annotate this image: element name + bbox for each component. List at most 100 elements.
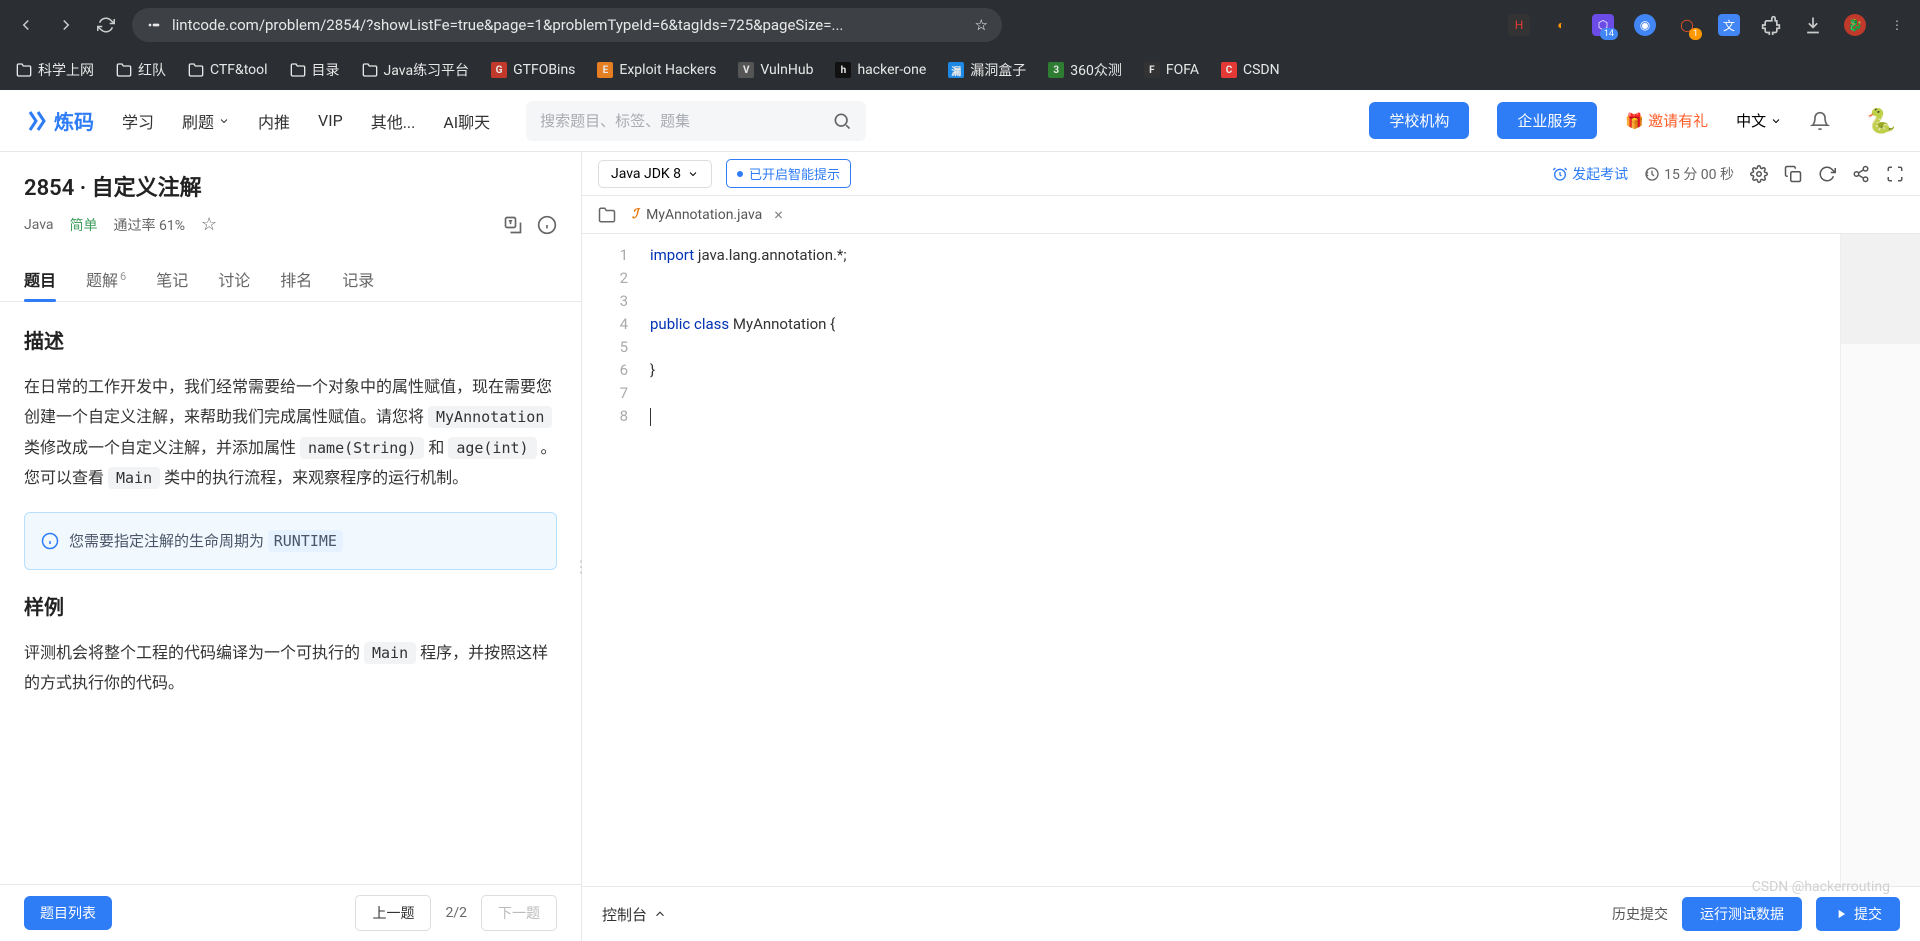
problem-tabs: 题目题解6 笔记讨论排名记录 [0, 257, 581, 302]
bookmark-item[interactable]: 漏漏洞盒子 [948, 60, 1026, 80]
back-button[interactable] [12, 11, 40, 39]
submit-button[interactable]: 提交 [1816, 897, 1900, 931]
settings-icon[interactable] [1750, 165, 1768, 183]
user-avatar[interactable]: 🐍 [1866, 107, 1896, 135]
enterprise-button[interactable]: 企业服务 [1497, 102, 1597, 139]
ext-icon-2[interactable]: ◐ [1550, 14, 1572, 36]
star-icon[interactable]: ☆ [201, 214, 217, 235]
history-link[interactable]: 历史提交 [1612, 904, 1668, 924]
file-tab[interactable]: ℐ MyAnnotation.java × [628, 199, 791, 230]
folder-icon [188, 62, 204, 78]
run-button[interactable]: 运行测试数据 [1682, 897, 1802, 931]
language-selector[interactable]: 中文 [1736, 110, 1782, 131]
console-toggle[interactable]: 控制台 [602, 904, 667, 925]
play-icon [1834, 907, 1848, 921]
code-editor[interactable]: 12345678 import java.lang.annotation.*; … [582, 234, 1920, 886]
nav-item[interactable]: VIP [318, 109, 343, 133]
ext-icon-1[interactable]: H [1508, 14, 1530, 36]
prev-button[interactable]: 上一题 [355, 895, 431, 931]
profile-icon[interactable]: 🐉 [1844, 14, 1866, 36]
info-icon[interactable] [537, 215, 557, 235]
nav-item[interactable]: 学习 [122, 109, 154, 133]
timer-display: 15 分 00 秒 [1644, 164, 1734, 184]
description-text: 在日常的工作开发中，我们经常需要给一个对象中的属性赋值，现在需要您创建一个自定义… [24, 372, 557, 494]
bookmark-item[interactable]: 科学上网 [16, 60, 94, 80]
folder-icon [362, 62, 378, 78]
bookmark-item[interactable]: EExploit Hackers [597, 62, 716, 78]
folder-icon [16, 62, 32, 78]
search-icon [832, 111, 852, 131]
bookmark-item[interactable]: CCSDN [1221, 62, 1280, 78]
ext-icon-5[interactable]: ◯1 [1676, 14, 1698, 36]
school-button[interactable]: 学校机构 [1369, 102, 1469, 139]
browser-navbar: lintcode.com/problem/2854/?showListFe=tr… [0, 0, 1920, 50]
bookmark-item[interactable]: hhacker-one [835, 62, 926, 78]
bookmark-item[interactable]: 目录 [290, 60, 340, 80]
brand-text: 炼码 [54, 106, 94, 135]
difficulty-tag: 简单 [70, 215, 98, 235]
gift-icon: 🎁 [1625, 112, 1644, 130]
bookmarks-bar: 科学上网 红队 CTF&tool 目录 Java练习平台 GGTFOBins EExploi… [0, 50, 1920, 90]
site-icon: 3 [1048, 62, 1064, 78]
problem-list-button[interactable]: 题目列表 [24, 896, 112, 930]
ext-icon-4[interactable]: ◉ [1634, 14, 1656, 36]
site-settings-icon [146, 17, 162, 33]
bookmark-item[interactable]: Java练习平台 [362, 60, 470, 80]
bookmark-item[interactable]: GGTFOBins [491, 62, 575, 78]
nav-item[interactable]: AI聊天 [443, 109, 490, 133]
reset-icon[interactable] [1818, 165, 1836, 183]
ext-icon-3[interactable]: ⬡14 [1592, 14, 1614, 36]
tab-item[interactable]: 题解6 [86, 257, 126, 301]
tab-item[interactable]: 排名 [280, 257, 312, 301]
example-text: 评测机会将整个工程的代码编译为一个可执行的 Main 程序，并按照这样的方式执行… [24, 638, 557, 699]
clock-alarm-icon [1552, 166, 1568, 182]
folder-icon [290, 62, 306, 78]
url-bar[interactable]: lintcode.com/problem/2854/?showListFe=tr… [132, 8, 1002, 42]
bookmark-item[interactable]: 3360众测 [1048, 60, 1122, 80]
tab-item[interactable]: 记录 [342, 257, 374, 301]
tab-item[interactable]: 笔记 [156, 257, 188, 301]
fullscreen-icon[interactable] [1886, 165, 1904, 183]
code-area[interactable]: import java.lang.annotation.*; public cl… [642, 234, 1920, 886]
url-text: lintcode.com/problem/2854/?showListFe=tr… [172, 16, 965, 34]
bookmark-item[interactable]: 红队 [116, 60, 166, 80]
extensions-icon[interactable] [1760, 14, 1782, 36]
jdk-selector[interactable]: Java JDK 8 [598, 160, 712, 188]
logo[interactable]: 炼码 [24, 106, 94, 135]
reload-button[interactable] [92, 11, 120, 39]
bookmark-item[interactable]: FFOFA [1144, 62, 1199, 78]
minimap[interactable] [1840, 234, 1920, 886]
example-heading: 样例 [24, 588, 557, 626]
close-tab-icon[interactable]: × [770, 205, 787, 224]
search-input[interactable] [540, 112, 822, 130]
invite-link[interactable]: 🎁 邀请有礼 [1625, 110, 1708, 131]
page-indicator: 2/2 [445, 905, 467, 921]
forward-button[interactable] [52, 11, 80, 39]
ext-icon-6[interactable]: 文 [1718, 14, 1740, 36]
downloads-icon[interactable] [1802, 14, 1824, 36]
java-file-icon: ℐ [632, 207, 638, 222]
search-box[interactable] [526, 101, 866, 141]
pass-rate: 通过率 61% [114, 215, 185, 235]
bookmark-item[interactable]: VVulnHub [738, 62, 813, 78]
dot-icon [737, 171, 743, 177]
nav-item[interactable]: 其他... [371, 109, 416, 133]
chevron-up-icon [653, 907, 667, 921]
translate-icon[interactable] [503, 215, 523, 235]
tab-item[interactable]: 题目 [24, 257, 56, 301]
bell-icon[interactable] [1810, 111, 1830, 131]
start-exam-button[interactable]: 发起考试 [1552, 164, 1628, 184]
problem-nav-bar: 题目列表 上一题 2/2 下一题 [0, 884, 581, 941]
site-icon: F [1144, 62, 1160, 78]
nav-item[interactable]: 刷题 [182, 109, 230, 133]
copy-icon[interactable] [1784, 165, 1802, 183]
bookmark-item[interactable]: CTF&tool [188, 62, 268, 78]
menu-icon[interactable]: ⋮ [1886, 14, 1908, 36]
description-heading: 描述 [24, 322, 557, 360]
smart-hint-badge[interactable]: 已开启智能提示 [726, 159, 851, 188]
file-explorer-icon[interactable] [598, 206, 616, 224]
nav-item[interactable]: 内推 [258, 109, 290, 133]
bookmark-star-icon[interactable]: ☆ [975, 16, 988, 34]
share-icon[interactable] [1852, 165, 1870, 183]
tab-item[interactable]: 讨论 [218, 257, 250, 301]
